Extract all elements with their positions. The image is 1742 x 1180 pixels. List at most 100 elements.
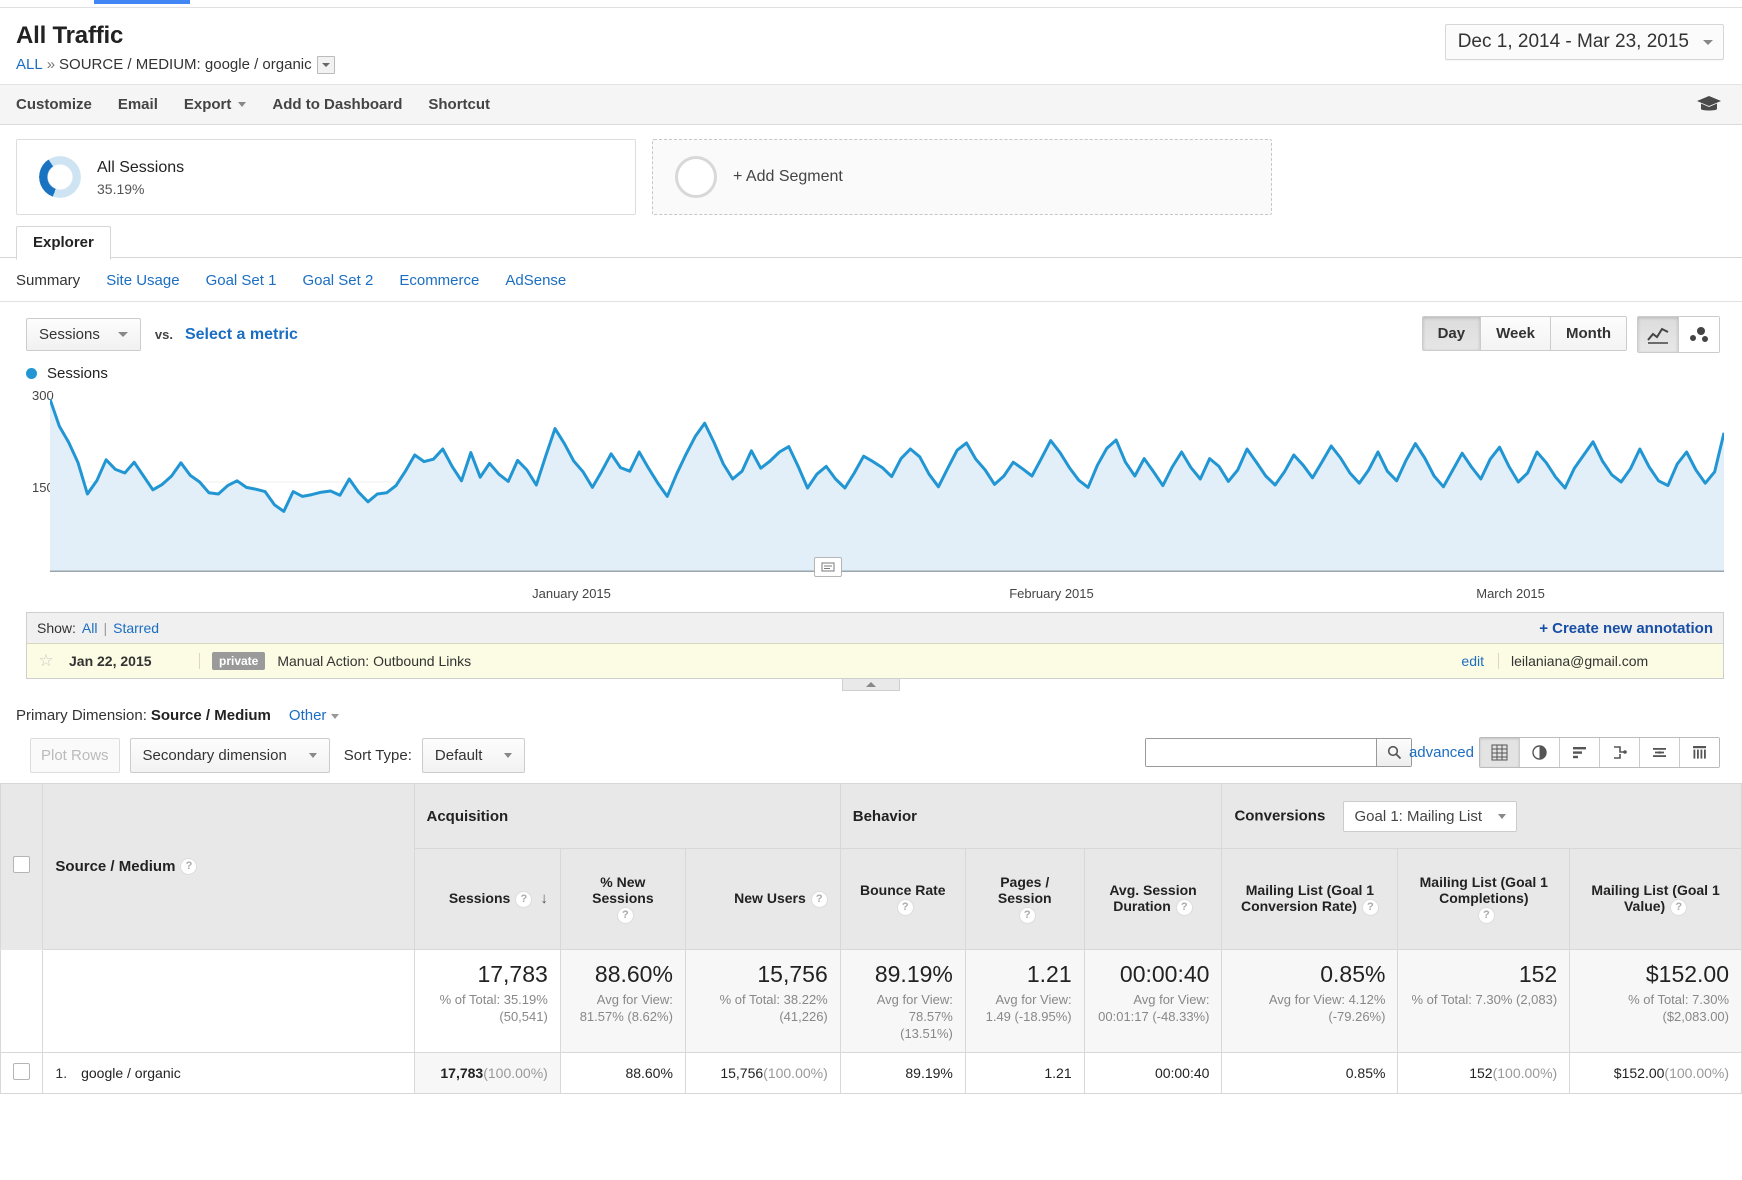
help-icon[interactable]: ? [616, 906, 634, 924]
select-all-checkbox[interactable] [13, 856, 30, 874]
help-icon[interactable]: ? [896, 898, 914, 916]
cell-value: 1.21 [1044, 1065, 1072, 1082]
column-header-new-sessions-pct[interactable]: % New Sessions? [559, 848, 686, 951]
export-button[interactable]: Export [184, 96, 247, 113]
search-button[interactable] [1376, 739, 1411, 767]
sessions-line-chart[interactable]: 300 150 [26, 388, 1724, 582]
annotation-visibility-badge: private [212, 652, 266, 671]
annotations-filter-all[interactable]: All [82, 620, 98, 636]
column-header-pages-session[interactable]: Pages / Session? [964, 848, 1085, 951]
column-label-goal-value: Mailing List (Goal 1 Value) [1591, 882, 1720, 915]
line-chart-toggle[interactable] [1638, 317, 1679, 353]
advanced-filter-link[interactable]: advanced [1409, 744, 1474, 761]
explorer-tab-row: Explorer [0, 225, 1742, 261]
segment-all-sessions[interactable]: All Sessions 35.19% [16, 139, 636, 216]
secondary-dimension-select[interactable]: Secondary dimension [129, 738, 330, 774]
date-range-selector[interactable]: Dec 1, 2014 - Mar 23, 2015 [1444, 24, 1724, 60]
motion-chart-toggle[interactable] [1679, 317, 1719, 353]
shortcut-button[interactable]: Shortcut [428, 96, 490, 113]
summary-subtext: % of Total: 7.30% ($2,083.00) [1628, 992, 1729, 1025]
summary-cell-goal-value: $152.00 % of Total: 7.30% ($2,083.00) [1569, 949, 1742, 1054]
chevron-down-icon [504, 753, 513, 759]
collapse-annotations-button[interactable] [842, 679, 900, 692]
help-icon[interactable]: ? [810, 890, 828, 908]
goal-select[interactable]: Goal 1: Mailing List [1343, 800, 1518, 832]
table-search[interactable] [1145, 738, 1412, 768]
chevron-down-icon[interactable] [331, 713, 340, 719]
metric-select[interactable]: Sessions [26, 318, 141, 352]
view-performance-icon-button[interactable] [1560, 738, 1600, 768]
row-dimension-value[interactable]: google / organic [81, 1065, 181, 1081]
chevron-down-icon[interactable] [316, 56, 335, 75]
granularity-week[interactable]: Week [1481, 317, 1552, 351]
summary-subtext: % of Total: 38.22% (41,226) [719, 992, 828, 1025]
subtab-summary[interactable]: Summary [16, 272, 80, 289]
create-new-annotation-link[interactable]: + Create new annotation [1539, 620, 1713, 637]
annotation-edit-link[interactable]: edit [1461, 653, 1498, 669]
subtab-goal-set-2[interactable]: Goal Set 2 [302, 272, 373, 289]
chevron-down-icon [308, 753, 317, 759]
help-icon[interactable]: ? [1018, 906, 1036, 924]
summary-subtext: % of Total: 7.30% (2,083) [1411, 992, 1558, 1008]
tab-explorer[interactable]: Explorer [16, 226, 111, 261]
table-view-toggle [1479, 737, 1720, 769]
legend-color-dot [26, 368, 37, 380]
summary-cell-goal-conversion-rate: 0.85% Avg for View: 4.12% (-79.26%) [1221, 949, 1399, 1054]
column-label-new-users: New Users [734, 890, 806, 907]
subtab-adsense[interactable]: AdSense [505, 272, 566, 289]
summary-cell-new-sessions-pct: 88.60% Avg for View: 81.57% (8.62%) [559, 949, 686, 1054]
sort-type-select[interactable]: Default [421, 738, 526, 774]
breadcrumb-all-link[interactable]: ALL [16, 56, 43, 73]
granularity-day[interactable]: Day [1422, 317, 1482, 351]
column-header-goal-completions[interactable]: Mailing List (Goal 1 Completions)? [1397, 848, 1571, 951]
summary-value: 152 [1518, 961, 1558, 988]
goal-select-value: Goal 1: Mailing List [1354, 807, 1483, 825]
primary-dimension-value[interactable]: Source / Medium [151, 707, 271, 724]
granularity-month[interactable]: Month [1551, 317, 1626, 351]
column-header-new-users[interactable]: New Users? [684, 848, 841, 951]
column-header-goal-value[interactable]: Mailing List (Goal 1 Value)? [1569, 848, 1742, 951]
search-icon [1387, 745, 1401, 760]
column-header-bounce-rate[interactable]: Bounce Rate? [839, 848, 966, 951]
help-icon[interactable]: ? [1477, 906, 1495, 924]
add-segment-button[interactable]: + Add Segment [652, 139, 1272, 216]
view-table-icon-button[interactable] [1480, 738, 1520, 768]
subtab-site-usage[interactable]: Site Usage [106, 272, 179, 289]
summary-subtext: % of Total: 35.19% (50,541) [439, 992, 548, 1025]
export-label: Export [183, 96, 232, 114]
email-button[interactable]: Email [118, 96, 158, 113]
view-term-cloud-icon-button[interactable] [1640, 738, 1680, 768]
help-icon[interactable]: ? [1361, 898, 1379, 916]
search-input[interactable] [1146, 739, 1376, 767]
dimension-header-cell[interactable]: Source / Medium? [42, 783, 415, 951]
graduation-cap-icon[interactable] [1696, 94, 1722, 114]
chart-plot-area [50, 392, 1724, 573]
select-a-metric-link[interactable]: Select a metric [185, 326, 298, 344]
subtab-ecommerce[interactable]: Ecommerce [399, 272, 479, 289]
column-header-goal-conversion-rate[interactable]: Mailing List (Goal 1 Conversion Rate)? [1221, 848, 1399, 951]
subtab-goal-set-1[interactable]: Goal Set 1 [206, 272, 277, 289]
customize-button[interactable]: Customize [16, 96, 92, 113]
column-header-sessions[interactable]: Sessions? ↓ [413, 848, 561, 951]
pivot-table-icon [1693, 746, 1706, 759]
help-icon[interactable]: ? [180, 858, 198, 876]
chart-annotation-handle[interactable] [814, 557, 842, 578]
view-percentage-icon-button[interactable] [1520, 738, 1560, 768]
table-row[interactable]: 1. google / organic 17,783(100.00%) 88.60… [0, 1052, 1742, 1095]
help-icon[interactable]: ? [1670, 898, 1688, 916]
annotations-filter-starred[interactable]: Starred [113, 620, 159, 636]
view-comparison-icon-button[interactable] [1600, 738, 1640, 768]
select-all-cell [0, 783, 44, 951]
other-dimension-link[interactable]: Other [289, 707, 327, 724]
cell-value: 0.85% [1345, 1065, 1386, 1082]
row-cell-new-sessions-pct: 88.60% [559, 1052, 686, 1095]
help-icon[interactable]: ? [515, 890, 533, 908]
cell-value: 15,756 [720, 1065, 764, 1082]
row-checkbox[interactable] [13, 1063, 31, 1081]
column-header-avg-session-duration[interactable]: Avg. Session Duration? [1083, 848, 1223, 951]
title-bar: All Traffic ALL» SOURCE / MEDIUM: google … [0, 8, 1742, 85]
view-pivot-icon-button[interactable] [1680, 738, 1719, 768]
star-icon[interactable]: ☆ [27, 651, 65, 671]
help-icon[interactable]: ? [1175, 898, 1193, 916]
add-to-dashboard-button[interactable]: Add to Dashboard [272, 96, 402, 113]
